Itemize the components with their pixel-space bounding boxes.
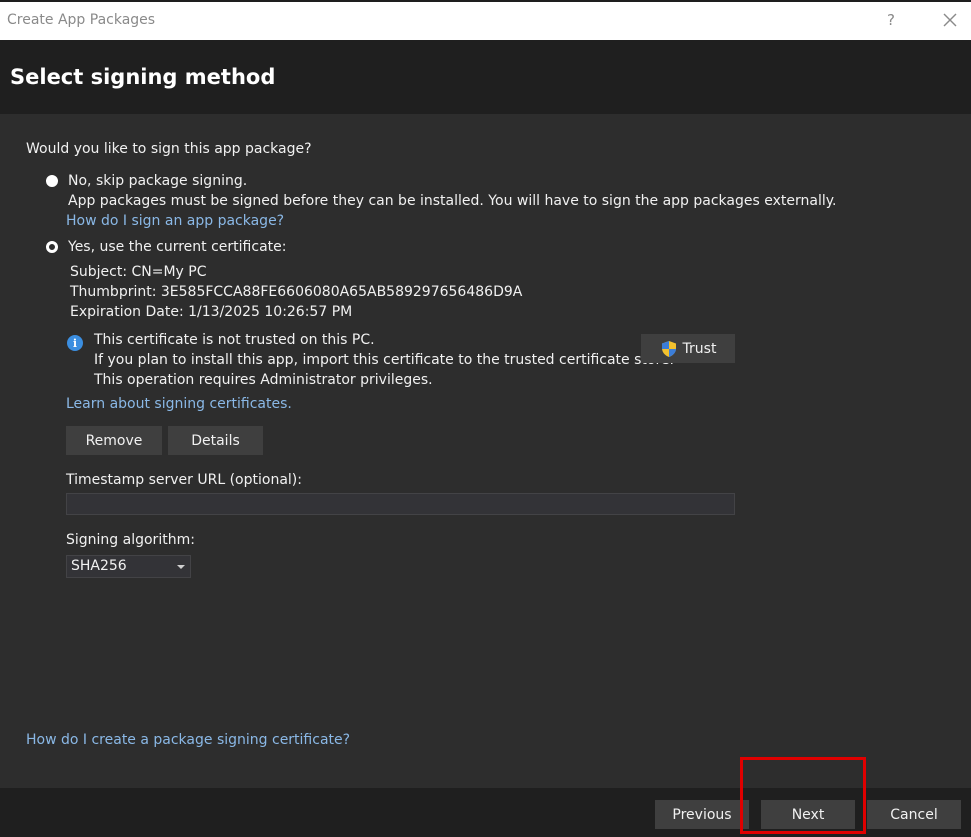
certificate-subject: Subject: CN=My PC	[70, 264, 207, 280]
untrusted-notice-line3: This operation requires Administrator pr…	[94, 372, 433, 388]
cancel-button-label: Cancel	[890, 806, 938, 823]
use-current-certificate-radio[interactable]	[46, 241, 58, 253]
timestamp-label: Timestamp server URL (optional):	[66, 472, 302, 488]
remove-button[interactable]: Remove	[66, 426, 162, 455]
how-to-sign-link[interactable]: How do I sign an app package?	[66, 213, 284, 229]
remove-button-label: Remove	[85, 432, 143, 449]
previous-button[interactable]: Previous	[655, 800, 749, 829]
next-highlight-annotation	[740, 757, 866, 834]
cancel-button[interactable]: Cancel	[867, 800, 961, 829]
signing-algorithm-value: SHA256	[71, 558, 127, 574]
previous-button-label: Previous	[672, 806, 732, 823]
signing-algorithm-select[interactable]: SHA256	[66, 555, 191, 578]
use-current-certificate-label[interactable]: Yes, use the current certificate:	[68, 239, 286, 255]
trust-button-label: Trust	[682, 340, 717, 357]
close-icon[interactable]	[940, 8, 960, 32]
chevron-down-icon	[177, 565, 185, 569]
page-title: Select signing method	[10, 65, 276, 89]
help-icon[interactable]: ?	[887, 11, 895, 29]
window-title: Create App Packages	[7, 12, 156, 28]
untrusted-notice-line2: If you plan to install this app, import …	[94, 352, 674, 368]
skip-signing-radio[interactable]	[46, 175, 58, 187]
trust-button[interactable]: Trust	[641, 334, 735, 363]
info-icon: i	[67, 335, 83, 351]
details-button-label: Details	[191, 432, 240, 449]
certificate-thumbprint: Thumbprint: 3E585FCCA88FE6606080A65AB589…	[70, 284, 523, 300]
skip-signing-label[interactable]: No, skip package signing.	[68, 173, 247, 189]
learn-signing-certificates-link[interactable]: Learn about signing certificates.	[66, 396, 292, 412]
shield-icon	[661, 340, 676, 357]
untrusted-notice-line1: This certificate is not trusted on this …	[94, 332, 375, 348]
skip-signing-description: App packages must be signed before they …	[68, 193, 837, 209]
page-header: Select signing method	[0, 40, 971, 114]
title-bar: Create App Packages ?	[0, 0, 971, 40]
timestamp-url-input[interactable]	[66, 493, 735, 515]
signing-question: Would you like to sign this app package?	[26, 141, 312, 157]
details-button[interactable]: Details	[168, 426, 263, 455]
signing-algorithm-label: Signing algorithm:	[66, 532, 195, 548]
create-signing-certificate-link[interactable]: How do I create a package signing certif…	[26, 732, 350, 748]
certificate-expiration: Expiration Date: 1/13/2025 10:26:57 PM	[70, 304, 353, 320]
